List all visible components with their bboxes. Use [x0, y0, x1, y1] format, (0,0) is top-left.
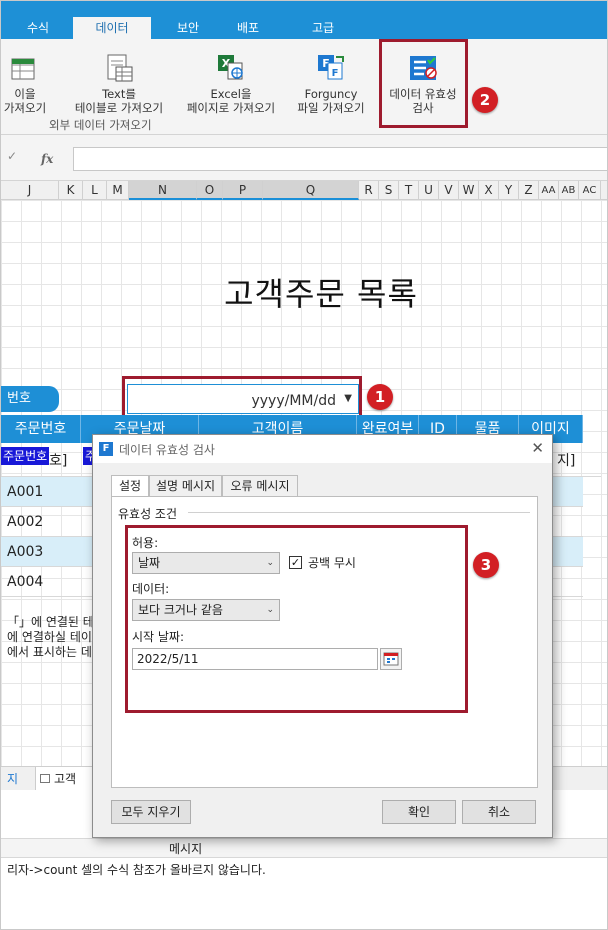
button-label-line2: 페이지로 가져오기 — [186, 101, 276, 115]
button-label-line2: 파일 가져오기 — [297, 101, 365, 115]
column-header[interactable]: X — [479, 181, 499, 200]
dialog-titlebar[interactable]: F 데이터 유효성 검사 ✕ — [93, 435, 552, 463]
callout-2: 2 — [472, 87, 498, 113]
column-header[interactable]: J — [1, 181, 59, 200]
column-header[interactable]: K — [59, 181, 83, 200]
validation-criteria-title: 유효성 조건 — [118, 505, 182, 522]
column-header[interactable]: P — [223, 181, 263, 200]
excel-to-page-button[interactable]: X Excel을 페이지로 가져오기 — [179, 53, 283, 115]
sheet-tab-label: 고객 — [54, 772, 77, 786]
formula-input[interactable] — [73, 147, 607, 171]
order-number-cell: A001 — [7, 484, 44, 500]
forguncy-import-button[interactable]: FF Forguncy 파일 가져오기 — [289, 53, 373, 115]
button-label-line2: 가져오기 — [3, 101, 47, 115]
column-header[interactable]: Q — [263, 181, 359, 200]
import-button[interactable]: 이을 가져오기 — [1, 53, 57, 115]
button-label-line1: 이을 — [14, 87, 36, 101]
close-icon[interactable]: ✕ — [531, 439, 544, 457]
ribbon-tab-bar: 수식 데이터 보안 배포 고급 — [1, 1, 607, 39]
svg-text:F: F — [332, 68, 339, 79]
tab-advanced[interactable]: 고급 — [296, 17, 350, 39]
page-title: 고객주문 목록 — [224, 275, 418, 313]
highlight-box-2 — [379, 39, 468, 128]
column-header[interactable]: AA — [539, 181, 559, 200]
highlight-box-1 — [122, 376, 362, 420]
message-header: 메시지 — [1, 838, 607, 858]
app-window: 수식 데이터 보안 배포 고급 이을 가져오기 Text를 테이블로 가져오기 … — [0, 0, 608, 930]
callout-3: 3 — [473, 552, 499, 578]
button-label-line1: Forguncy — [304, 87, 358, 101]
data-validation-dialog: F 데이터 유효성 검사 ✕ 설정 설명 메시지 오류 메시지 유효성 조건 허… — [92, 434, 553, 838]
column-header[interactable]: L — [83, 181, 107, 200]
note-line: 에서 표시하는 데 — [7, 645, 92, 659]
sheet-tab-active[interactable]: 지 — [7, 767, 18, 791]
button-label-line1: Text를 — [102, 87, 136, 101]
button-label-line1: Excel을 — [210, 87, 252, 101]
column-header[interactable]: S — [379, 181, 399, 200]
column-header[interactable]: N — [129, 181, 197, 200]
callout-1: 1 — [367, 384, 393, 410]
column-order-number[interactable]: 주문번호 — [1, 415, 81, 443]
ribbon-group-label: 외부 데이터 가져오기 — [49, 118, 152, 132]
message-row[interactable]: 리자->count 셀의 수식 참조가 올바르지 않습니다. — [7, 861, 266, 878]
tab-settings[interactable]: 설정 — [111, 475, 149, 498]
column-header[interactable]: R — [359, 181, 379, 200]
order-number-cell: A004 — [7, 574, 44, 590]
number-badge[interactable]: 번호 — [1, 386, 59, 412]
column-header[interactable]: W — [459, 181, 479, 200]
forguncy-logo-icon: F — [99, 442, 113, 456]
column-header[interactable]: T — [399, 181, 419, 200]
sheet-tab-customer[interactable]: 고객 — [35, 767, 95, 791]
button-label-line2: 테이블로 가져오기 — [74, 101, 164, 115]
cancel-button[interactable]: 취소 — [462, 800, 536, 824]
fx-icon[interactable]: fx — [41, 152, 53, 166]
excel-icon: X — [216, 53, 246, 83]
highlight-box-3 — [125, 525, 468, 713]
group-divider — [188, 512, 530, 513]
column-header[interactable]: V — [439, 181, 459, 200]
dialog-title: 데이터 유효성 검사 — [119, 443, 215, 457]
tab-input-message[interactable]: 설명 메시지 — [149, 475, 222, 497]
tab-error-message[interactable]: 오류 메시지 — [222, 475, 298, 497]
clear-all-button[interactable]: 모두 지우기 — [111, 800, 191, 824]
text-to-table-button[interactable]: Text를 테이블로 가져오기 — [67, 53, 171, 115]
column-header[interactable]: Y — [499, 181, 519, 200]
tab-formula[interactable]: 수식 — [11, 17, 65, 39]
column-header[interactable]: O — [197, 181, 223, 200]
binding-cell-image: 지] — [557, 453, 576, 469]
table-import-icon — [10, 53, 40, 83]
ok-button[interactable]: 확인 — [382, 800, 456, 824]
formula-bar: ✓ fx — [1, 135, 607, 181]
binding-cell-suffix: 호] — [49, 453, 68, 469]
text-table-icon — [104, 53, 134, 83]
table-icon — [40, 774, 50, 783]
message-header-label: 메시지 — [169, 842, 203, 856]
order-number-cell: A002 — [7, 514, 44, 530]
column-header[interactable]: AB — [559, 181, 579, 200]
tab-security[interactable]: 보안 — [161, 17, 215, 39]
column-header-bar: J K L M N O P Q R S T U V W X Y Z AA AB … — [1, 181, 607, 200]
tab-deploy[interactable]: 배포 — [221, 17, 275, 39]
binding-cell-order-number[interactable]: 주문번호 — [1, 447, 49, 465]
order-number-cell: A003 — [7, 544, 44, 560]
ribbon-body: 이을 가져오기 Text를 테이블로 가져오기 X Excel을 페이지로 가져… — [1, 39, 607, 135]
column-header[interactable]: AC — [579, 181, 601, 200]
cancel-formula-icon[interactable]: ✓ — [7, 149, 17, 163]
settings-panel: 유효성 조건 허용: 날짜 ⌄ ✓ 공백 무시 데이터: 보다 크거나 같음 ⌄… — [111, 496, 538, 788]
column-header[interactable]: M — [107, 181, 129, 200]
forguncy-file-icon: FF — [316, 53, 346, 83]
column-header[interactable]: U — [419, 181, 439, 200]
tab-data[interactable]: 데이터 — [73, 17, 151, 39]
column-header[interactable]: Z — [519, 181, 539, 200]
